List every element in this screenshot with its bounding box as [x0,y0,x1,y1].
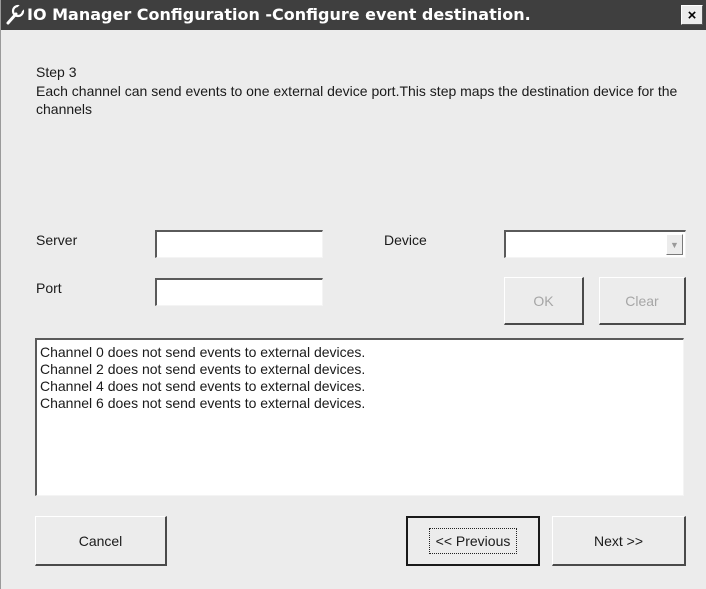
clear-button-label: Clear [625,292,659,309]
step-label: Step 3 [36,64,77,80]
clear-button[interactable]: Clear [599,277,686,325]
cancel-button[interactable]: Cancel [35,516,167,566]
config-dialog: IO Manager Configuration -Configure even… [0,0,706,589]
channel-list[interactable]: Channel 0 does not send events to extern… [35,338,684,496]
list-item[interactable]: Channel 4 does not send events to extern… [40,378,680,395]
server-label: Server [36,232,78,248]
previous-button-label: << Previous [428,528,518,554]
chevron-down-icon[interactable]: ▼ [666,234,683,255]
next-button[interactable]: Next >> [552,516,686,566]
ok-button-label: OK [533,292,554,309]
window-title: IO Manager Configuration -Configure even… [27,5,531,24]
close-icon: × [687,7,697,24]
close-button[interactable]: × [681,5,703,25]
device-label: Device [384,232,427,248]
next-button-label: Next >> [593,532,644,549]
list-item[interactable]: Channel 2 does not send events to extern… [40,361,680,378]
title-bar: IO Manager Configuration -Configure even… [1,0,706,30]
port-label: Port [36,280,62,296]
device-select[interactable]: ▼ [504,230,686,258]
list-item[interactable]: Channel 6 does not send events to extern… [40,395,680,412]
port-input[interactable] [155,278,323,306]
cancel-button-label: Cancel [78,532,123,549]
previous-button[interactable]: << Previous [406,516,540,566]
server-input[interactable] [155,230,323,258]
list-item[interactable]: Channel 0 does not send events to extern… [40,344,680,361]
step-description: Each channel can send events to one exte… [36,83,678,117]
wrench-icon [6,4,25,25]
ok-button[interactable]: OK [504,277,584,325]
